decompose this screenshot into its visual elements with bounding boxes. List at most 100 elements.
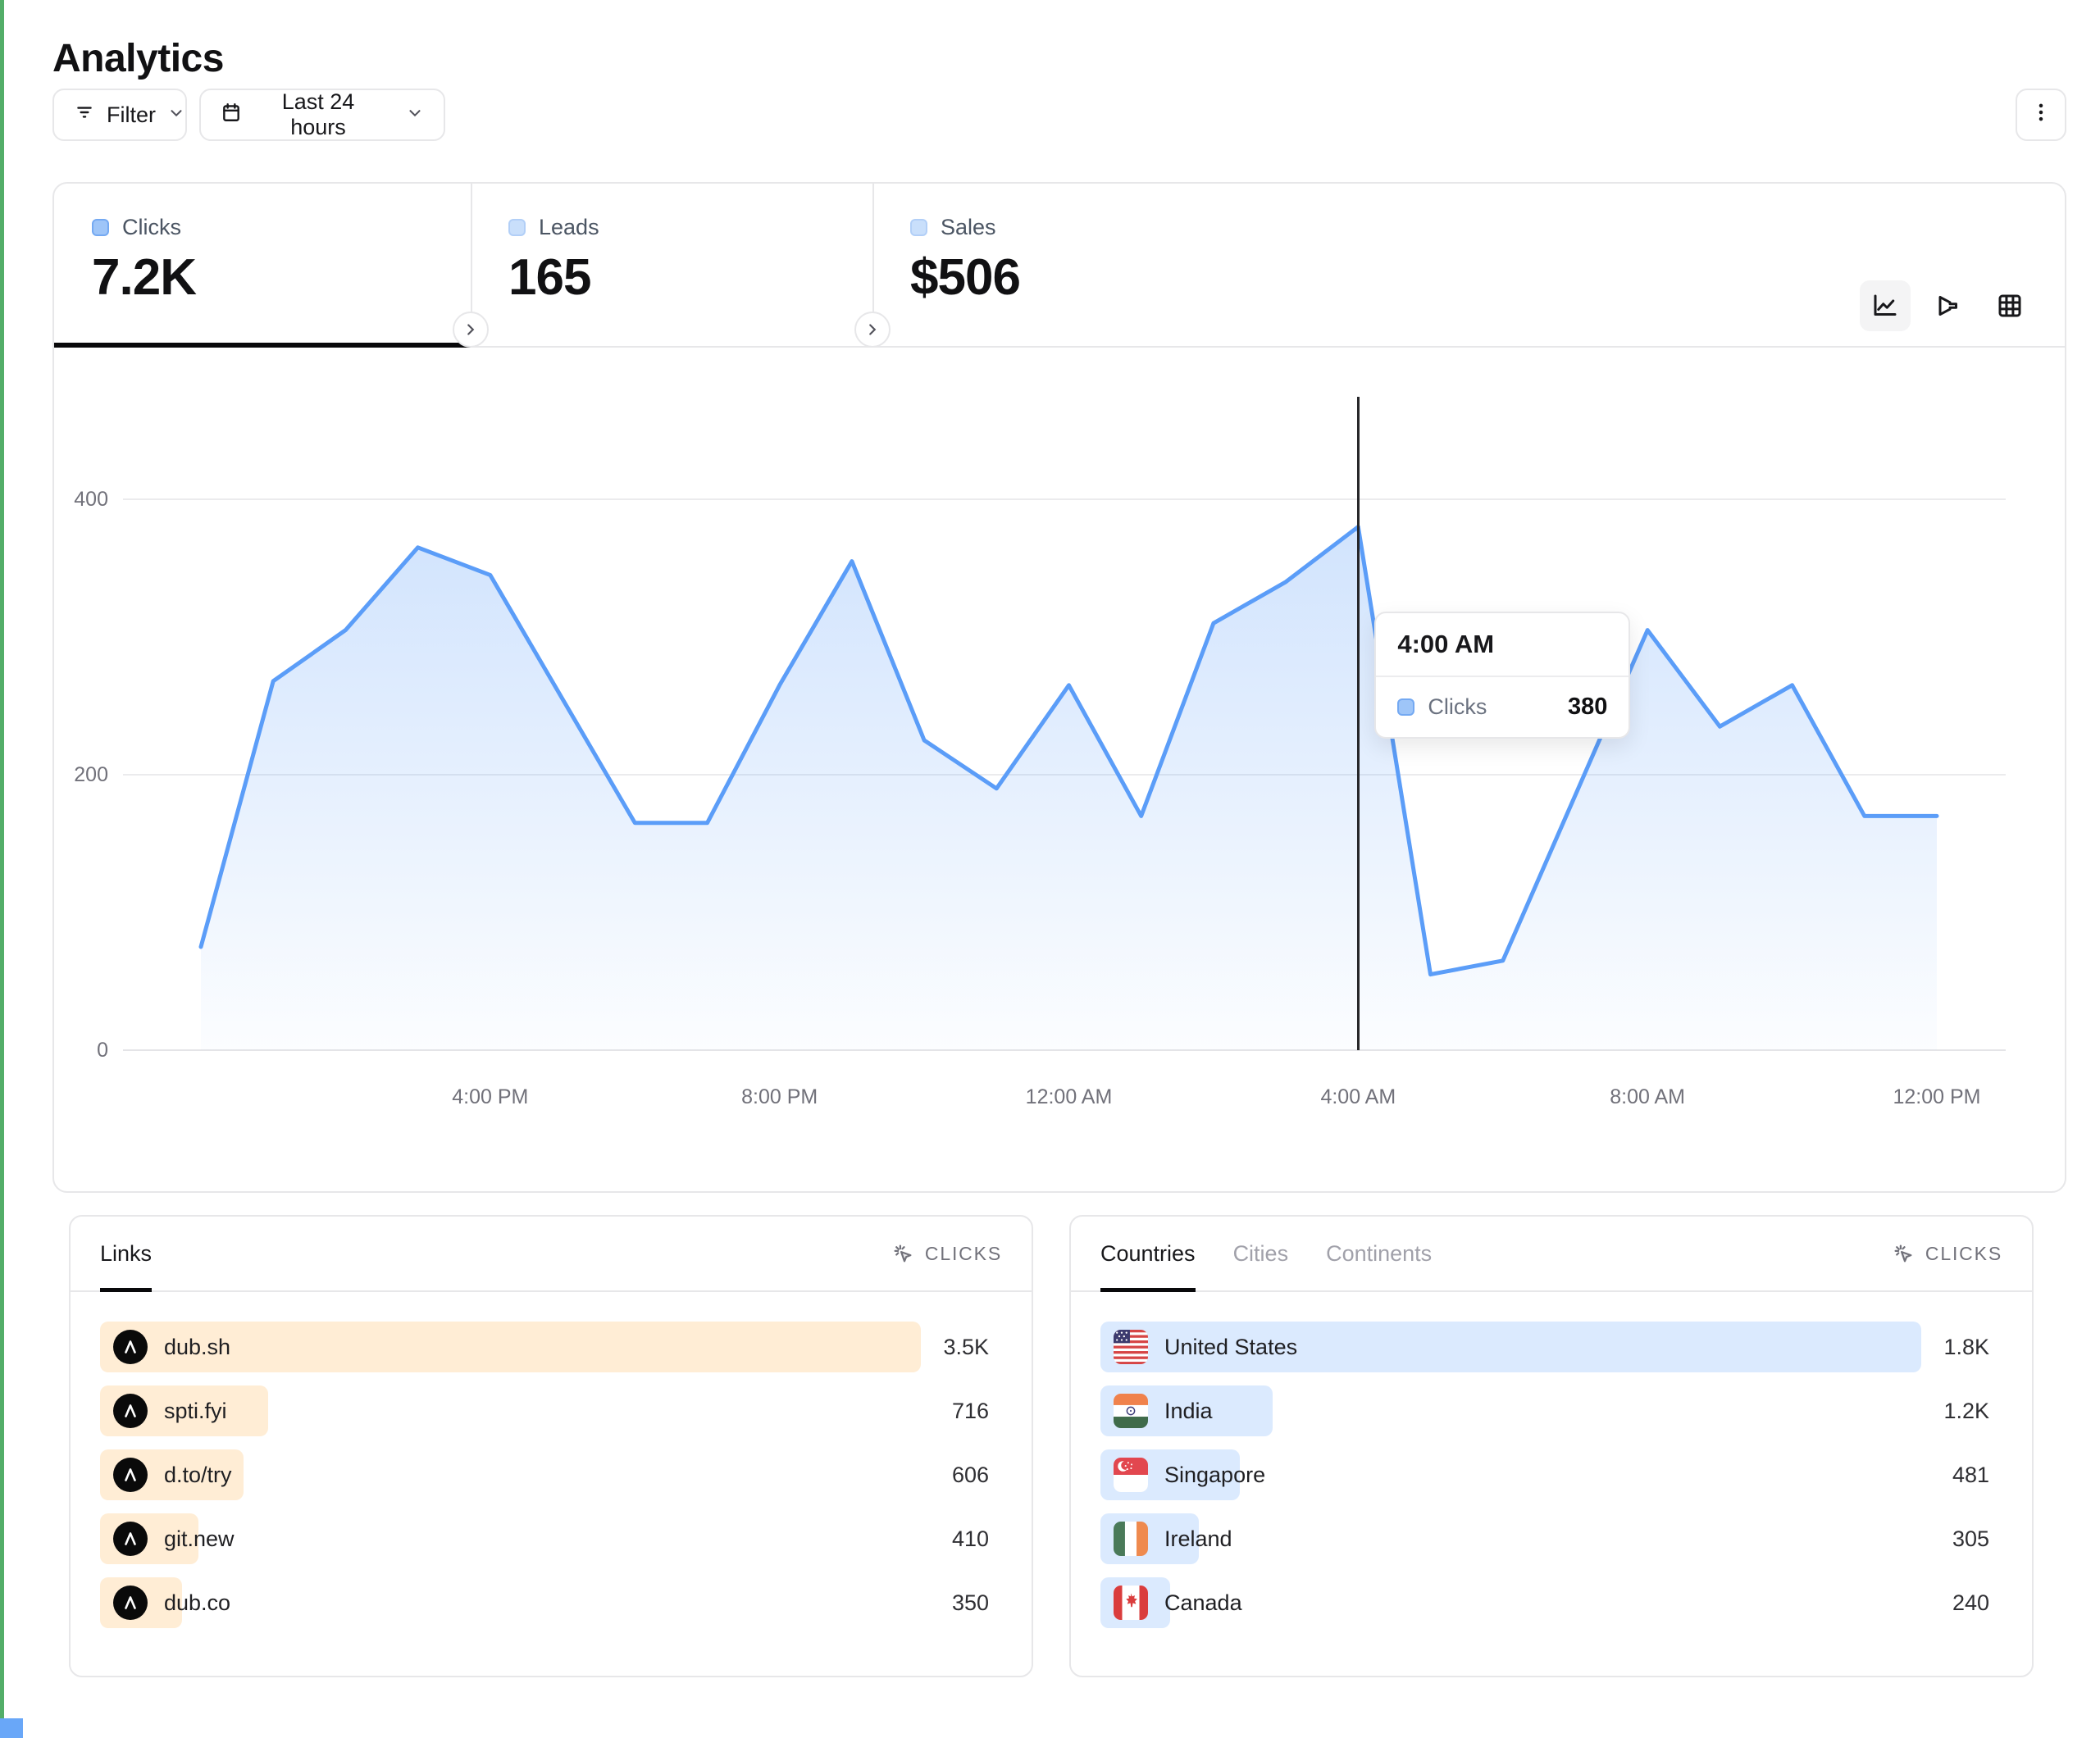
tab-links[interactable]: Links: [100, 1217, 152, 1290]
link-label: spti.fyi: [164, 1399, 227, 1424]
dub-logo-icon: [113, 1522, 148, 1556]
country-clicks-value: 240: [1952, 1590, 1989, 1616]
link-clicks-value: 410: [952, 1526, 989, 1552]
link-row[interactable]: dub.sh 3.5K: [100, 1322, 1002, 1372]
chevron-right-icon: [462, 321, 480, 339]
link-clicks-value: 350: [952, 1590, 989, 1616]
country-row[interactable]: United States 1.8K: [1100, 1322, 2002, 1372]
dub-logo-icon: [113, 1330, 148, 1364]
link-clicks-value: 3.5K: [943, 1335, 989, 1360]
calendar-icon: [221, 102, 242, 129]
page-corner-accent: [0, 1718, 23, 1738]
cursor-click-icon: [1891, 1241, 1916, 1266]
links-metric-label: CLICKS: [925, 1243, 1002, 1265]
clicks-time-series-chart[interactable]: 02004004:00 PM8:00 PM12:00 AM4:00 AM8:00…: [54, 348, 2065, 1191]
country-clicks-value: 1.2K: [1943, 1399, 1989, 1424]
country-row[interactable]: Canada 240: [1100, 1577, 2002, 1628]
stat-label: Leads: [539, 215, 599, 240]
us-flag-icon: [1114, 1330, 1148, 1364]
ie-flag-icon: [1114, 1522, 1148, 1556]
sg-flag-icon: [1114, 1458, 1148, 1492]
dub-logo-icon: [113, 1458, 148, 1492]
stat-value: 165: [508, 248, 872, 307]
filter-button[interactable]: Filter: [52, 89, 187, 141]
country-row[interactable]: India 1.2K: [1100, 1385, 2002, 1436]
sales-legend-swatch: [910, 219, 927, 236]
chevron-down-icon: [406, 102, 424, 128]
link-label: dub.co: [164, 1590, 230, 1616]
clicks-legend-swatch: [92, 219, 109, 236]
stat-tab-clicks[interactable]: Clicks 7.2K: [54, 184, 471, 346]
tab-countries[interactable]: Countries: [1100, 1217, 1196, 1290]
stats-tab-row: Clicks 7.2K Leads 165 Sales $506: [54, 184, 2065, 348]
link-label: d.to/try: [164, 1463, 232, 1488]
page-edge-accent: [0, 0, 4, 1738]
links-panel: Links CLICKS dub.sh 3.5K spti.fyi 716 d.to/t…: [69, 1215, 1033, 1677]
funnel-icon: [1933, 291, 1962, 321]
chart-crosshair: [1357, 397, 1360, 1050]
stat-label: Clicks: [122, 215, 181, 240]
country-label: Singapore: [1164, 1463, 1265, 1488]
expand-sales-button[interactable]: [854, 312, 891, 348]
filter-button-label: Filter: [107, 102, 156, 128]
area-fill: [201, 527, 1937, 1050]
stat-tab-leads[interactable]: Leads 165: [471, 184, 872, 346]
country-row[interactable]: Ireland 305: [1100, 1513, 2002, 1564]
country-label: India: [1164, 1399, 1213, 1424]
geo-panel-header: Countries Cities Continents CLICKS: [1071, 1217, 2032, 1292]
country-clicks-value: 481: [1952, 1463, 1989, 1488]
chart-view-switcher: [1860, 280, 2035, 331]
link-label: dub.sh: [164, 1335, 230, 1360]
cursor-click-icon: [891, 1241, 915, 1266]
date-range-button[interactable]: Last 24 hours: [199, 89, 445, 141]
geo-metric-label: CLICKS: [1925, 1243, 2002, 1265]
chevron-down-icon: [167, 102, 185, 128]
link-clicks-value: 716: [952, 1399, 989, 1424]
country-clicks-value: 1.8K: [1943, 1335, 1989, 1360]
more-options-button[interactable]: [2016, 89, 2066, 141]
link-row[interactable]: git.new 410: [100, 1513, 1002, 1564]
table-grid-icon: [1995, 291, 2025, 321]
expand-leads-button[interactable]: [453, 312, 489, 348]
table-view-button[interactable]: [1984, 280, 2035, 331]
analytics-page: Analytics Filter Last 24 hours: [0, 0, 2100, 1738]
tab-continents[interactable]: Continents: [1326, 1217, 1432, 1290]
leads-legend-swatch: [508, 219, 526, 236]
stat-value: $506: [910, 248, 1282, 307]
country-row[interactable]: Singapore 481: [1100, 1449, 2002, 1500]
link-row[interactable]: dub.co 350: [100, 1577, 1002, 1628]
dub-logo-icon: [113, 1586, 148, 1620]
kebab-menu-icon: [2029, 100, 2053, 130]
link-label: git.new: [164, 1526, 235, 1552]
filter-lines-icon: [74, 102, 95, 129]
analytics-card: Clicks 7.2K Leads 165 Sales $506: [52, 182, 2066, 1193]
links-metric-selector[interactable]: CLICKS: [891, 1217, 1002, 1290]
chart-tooltip: 4:00 AM Clicks 380: [1374, 612, 1630, 739]
links-panel-header: Links CLICKS: [71, 1217, 1032, 1292]
tooltip-time: 4:00 AM: [1376, 613, 1629, 677]
funnel-view-button[interactable]: [1922, 280, 1973, 331]
link-row[interactable]: spti.fyi 716: [100, 1385, 1002, 1436]
country-clicks-value: 305: [1952, 1526, 1989, 1552]
ca-flag-icon: [1114, 1586, 1148, 1620]
stat-value: 7.2K: [92, 248, 471, 307]
link-clicks-value: 606: [952, 1463, 989, 1488]
stat-tab-sales[interactable]: Sales $506: [872, 184, 1282, 346]
stat-label: Sales: [941, 215, 996, 240]
country-label: United States: [1164, 1335, 1297, 1360]
page-title: Analytics: [52, 36, 224, 81]
clicks-legend-swatch: [1397, 698, 1414, 716]
link-row[interactable]: d.to/try 606: [100, 1449, 1002, 1500]
country-label: Ireland: [1164, 1526, 1232, 1552]
tooltip-value: 380: [1568, 694, 1607, 721]
geo-metric-selector[interactable]: CLICKS: [1891, 1217, 2002, 1290]
dub-logo-icon: [113, 1394, 148, 1428]
tooltip-series-label: Clicks: [1428, 694, 1487, 720]
chevron-right-icon: [863, 321, 881, 339]
in-flag-icon: [1114, 1394, 1148, 1428]
tab-cities[interactable]: Cities: [1233, 1217, 1289, 1290]
line-chart-view-button[interactable]: [1860, 280, 1911, 331]
area-chart-plot[interactable]: [54, 348, 2068, 1194]
line-chart-icon: [1870, 291, 1900, 321]
country-label: Canada: [1164, 1590, 1242, 1616]
